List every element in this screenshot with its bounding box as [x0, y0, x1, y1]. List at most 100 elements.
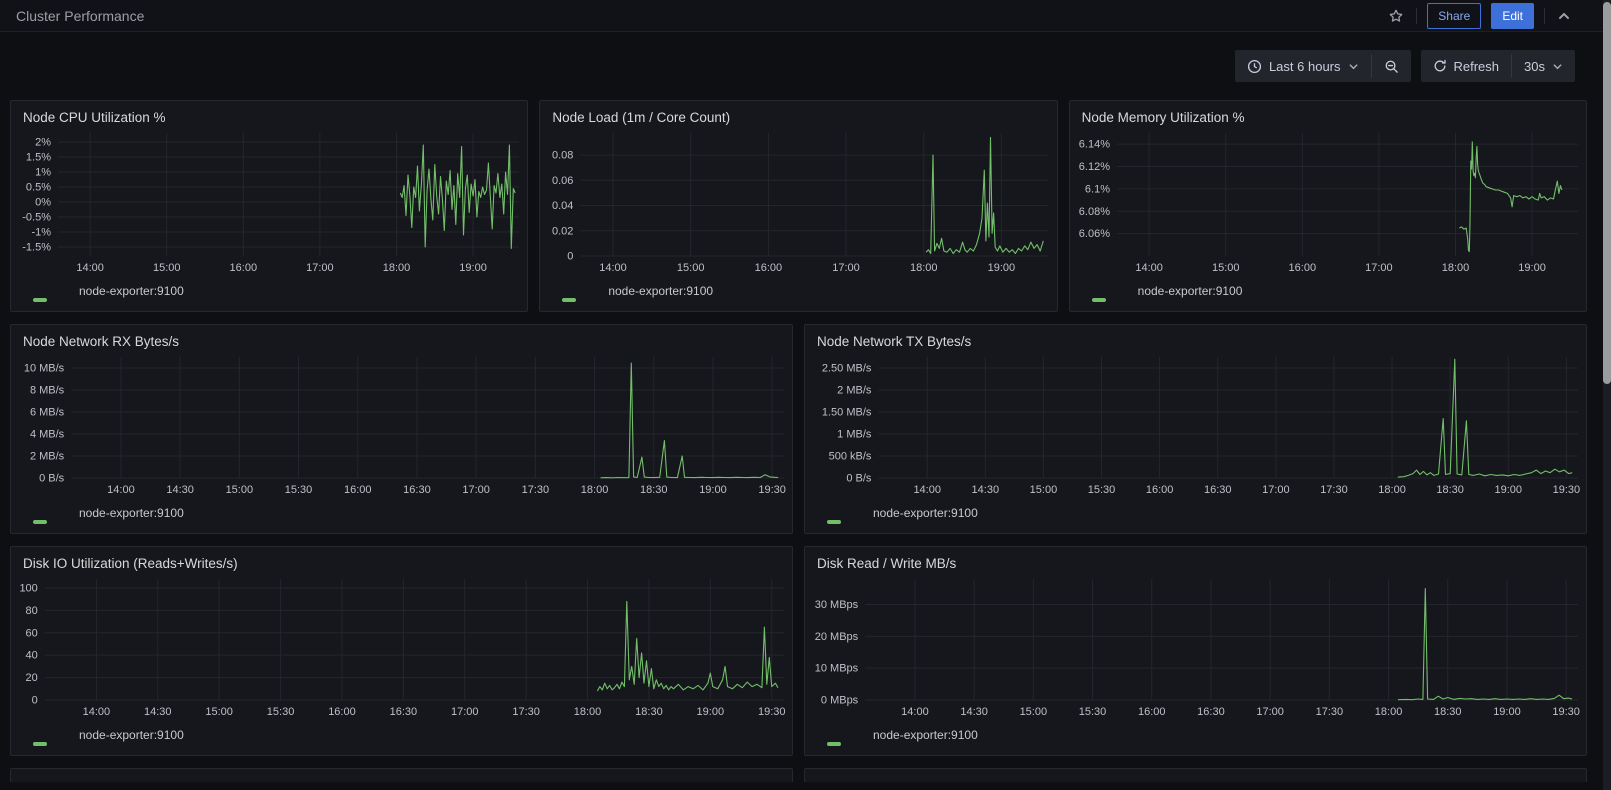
panel-title[interactable]: Node Memory Utilization % [1070, 101, 1586, 127]
legend-item[interactable]: node-exporter:9100 [540, 278, 1056, 311]
time-series-chart[interactable]: 14:00 14:30 15:00 15:30 16:00 16:30 17:00 17:30… [805, 573, 1586, 722]
collapse-header-button[interactable] [1555, 7, 1573, 25]
svg-text:6 MB/s: 6 MB/s [30, 407, 65, 419]
svg-text:1.50 MB/s: 1.50 MB/s [822, 407, 872, 419]
svg-text:2 MB/s: 2 MB/s [837, 385, 872, 397]
svg-text:16:00: 16:00 [755, 262, 783, 274]
svg-text:0.5%: 0.5% [26, 182, 51, 194]
panel-title[interactable]: Node Network RX Bytes/s [11, 325, 792, 351]
svg-text:19:00: 19:00 [988, 262, 1016, 274]
clock-icon [1247, 59, 1262, 73]
legend-item[interactable]: node-exporter:9100 [1070, 278, 1586, 311]
legend-item[interactable]: node-exporter:9100 [11, 278, 527, 311]
panel-partial [804, 768, 1587, 782]
panel-title[interactable]: Disk Read / Write MB/s [805, 547, 1586, 573]
svg-text:16:00: 16:00 [1138, 706, 1166, 718]
svg-text:1%: 1% [35, 167, 51, 179]
panel-title[interactable]: Disk IO Utilization (Reads+Writes/s) [11, 547, 792, 573]
series-name: node-exporter:9100 [79, 284, 184, 298]
svg-text:500 kB/s: 500 kB/s [829, 451, 872, 463]
time-series-chart[interactable]: 14:00 14:30 15:00 15:30 16:00 16:30 17:00 17:30… [11, 573, 792, 722]
svg-text:17:00: 17:00 [833, 262, 861, 274]
time-series-chart[interactable]: 14:00 14:30 15:00 15:30 16:00 16:30 17:00 17:30… [805, 351, 1586, 500]
svg-text:14:30: 14:30 [960, 706, 988, 718]
edit-button[interactable]: Edit [1491, 2, 1534, 29]
svg-text:19:30: 19:30 [758, 706, 786, 718]
svg-text:17:00: 17:00 [1365, 262, 1393, 274]
svg-text:10 MBps: 10 MBps [815, 663, 859, 675]
svg-text:19:00: 19:00 [459, 262, 487, 274]
svg-text:18:00: 18:00 [581, 484, 609, 496]
time-range-button[interactable]: Last 6 hours [1235, 50, 1371, 82]
svg-text:1.5%: 1.5% [26, 152, 51, 164]
svg-text:18:30: 18:30 [1434, 706, 1462, 718]
svg-text:8 MB/s: 8 MB/s [30, 385, 65, 397]
svg-text:1 MB/s: 1 MB/s [837, 429, 872, 441]
svg-text:19:30: 19:30 [1553, 484, 1581, 496]
svg-text:18:30: 18:30 [635, 706, 663, 718]
legend-item[interactable]: node-exporter:9100 [11, 500, 792, 533]
svg-text:17:30: 17:30 [522, 484, 550, 496]
panel-network-tx: Node Network TX Bytes/s 14:00 14:30 15:00 1… [804, 324, 1587, 534]
series-color-swatch [33, 520, 47, 524]
time-series-chart[interactable]: 14:00 15:00 16:00 17:00 18:00 19:00 2% 1.5% 1% 0.… [11, 127, 527, 278]
svg-text:15:30: 15:30 [1079, 706, 1107, 718]
refresh-button[interactable]: Refresh [1421, 50, 1512, 82]
panel-title[interactable]: Node Load (1m / Core Count) [540, 101, 1056, 127]
dashboard-grid: Node CPU Utilization % 14:00 15:00 16:00 17… [10, 100, 1587, 782]
series-color-swatch [827, 742, 841, 746]
svg-text:15:30: 15:30 [285, 484, 313, 496]
svg-text:17:00: 17:00 [451, 706, 479, 718]
panel-partial [10, 768, 793, 782]
svg-text:19:30: 19:30 [1552, 706, 1580, 718]
series-name: node-exporter:9100 [873, 506, 978, 520]
svg-text:15:00: 15:00 [226, 484, 254, 496]
svg-text:19:00: 19:00 [1495, 484, 1523, 496]
svg-text:15:00: 15:00 [1030, 484, 1058, 496]
legend-item[interactable]: node-exporter:9100 [11, 722, 792, 755]
svg-text:16:30: 16:30 [1197, 706, 1225, 718]
panel-node-cpu: Node CPU Utilization % 14:00 15:00 16:00 17… [10, 100, 529, 312]
svg-text:6.08%: 6.08% [1078, 206, 1109, 218]
series-color-swatch [827, 520, 841, 524]
svg-text:15:30: 15:30 [1088, 484, 1116, 496]
svg-text:6.06%: 6.06% [1078, 228, 1109, 240]
scrollbar-thumb[interactable] [1603, 2, 1611, 384]
svg-text:14:00: 14:00 [76, 262, 104, 274]
panel-title[interactable]: Node Network TX Bytes/s [805, 325, 1586, 351]
vertical-scrollbar[interactable] [1603, 0, 1611, 790]
svg-text:17:00: 17:00 [1262, 484, 1290, 496]
dashboard-toolbar: Last 6 hours Refresh 30s [0, 32, 1611, 82]
star-button[interactable] [1386, 6, 1406, 26]
time-range-label: Last 6 hours [1268, 58, 1341, 74]
legend-item[interactable]: node-exporter:9100 [805, 500, 1586, 533]
svg-text:18:00: 18:00 [910, 262, 938, 274]
panel-disk-rw: Disk Read / Write MB/s 14:00 14:30 15:00 15… [804, 546, 1587, 756]
svg-text:100: 100 [19, 582, 37, 594]
svg-text:-1.5%: -1.5% [22, 242, 51, 254]
legend-item[interactable]: node-exporter:9100 [805, 722, 1586, 755]
svg-text:20 MBps: 20 MBps [815, 631, 859, 643]
time-series-chart[interactable]: 14:00 15:00 16:00 17:00 18:00 19:00 6.14% 6.12%… [1070, 127, 1586, 278]
svg-text:14:00: 14:00 [1135, 262, 1163, 274]
svg-text:60: 60 [26, 627, 38, 639]
time-series-chart[interactable]: 14:00 15:00 16:00 17:00 18:00 19:00 0.08 0.06 0.… [540, 127, 1056, 278]
series-color-swatch [33, 742, 47, 746]
header-divider [1416, 7, 1418, 24]
svg-text:0 B/s: 0 B/s [39, 473, 65, 485]
zoom-out-button[interactable] [1372, 50, 1411, 82]
time-series-chart[interactable]: 14:00 14:30 15:00 15:30 16:00 16:30 17:00 17:30… [11, 351, 792, 500]
svg-text:16:00: 16:00 [230, 262, 258, 274]
refresh-interval-button[interactable]: 30s [1512, 50, 1575, 82]
svg-text:0.04: 0.04 [552, 200, 573, 212]
panel-title[interactable]: Node CPU Utilization % [11, 101, 527, 127]
share-button[interactable]: Share [1427, 2, 1482, 29]
svg-text:16:30: 16:30 [1204, 484, 1232, 496]
svg-text:18:00: 18:00 [1375, 706, 1403, 718]
svg-text:16:30: 16:30 [390, 706, 418, 718]
svg-text:30 MBps: 30 MBps [815, 599, 859, 611]
svg-text:18:00: 18:00 [1378, 484, 1406, 496]
svg-text:14:30: 14:30 [166, 484, 194, 496]
svg-text:14:00: 14:00 [901, 706, 929, 718]
header-divider [1544, 7, 1545, 24]
